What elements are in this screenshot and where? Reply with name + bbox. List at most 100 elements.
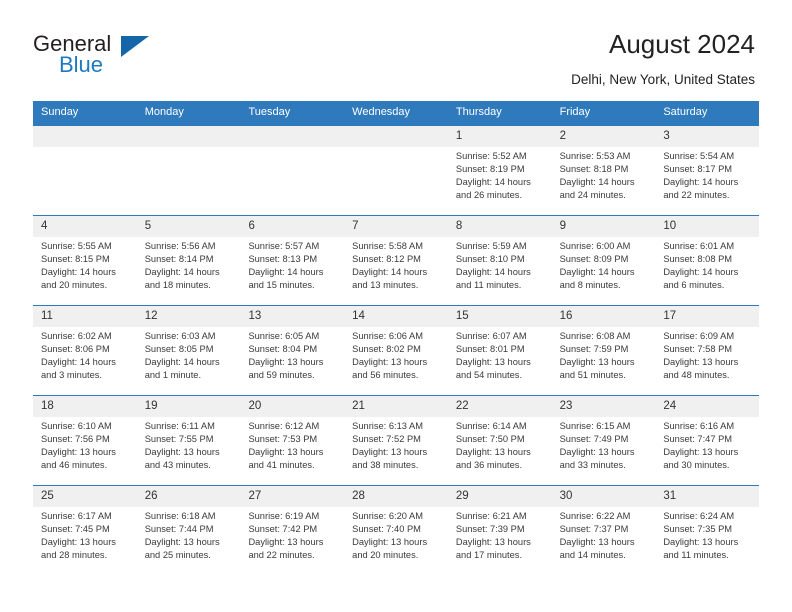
- day-number: 19: [136, 395, 241, 417]
- calendar-day-cell[interactable]: 5 Sunrise: 5:56 AM Sunset: 8:14 PM Daylight…: [136, 215, 241, 305]
- calendar-day-cell[interactable]: 24 Sunrise: 6:16 AM Sunset: 7:47 PM Dayligh…: [655, 395, 760, 485]
- sunset-text: Sunset: 8:10 PM: [455, 253, 525, 264]
- sunset-text: Sunset: 8:05 PM: [144, 343, 214, 354]
- calendar-day-cell[interactable]: 14 Sunrise: 6:06 AM Sunset: 8:02 PM Dayligh…: [344, 305, 448, 395]
- day-number: [33, 125, 137, 147]
- calendar-day-cell[interactable]: 17 Sunrise: 6:09 AM Sunset: 7:58 PM Dayligh…: [655, 305, 760, 395]
- daylight-text-line2: and 56 minutes.: [352, 370, 419, 381]
- day-number: [344, 125, 448, 147]
- calendar-day-cell[interactable]: 25 Sunrise: 6:17 AM Sunset: 7:45 PM Dayligh…: [33, 485, 137, 575]
- calendar-day-cell[interactable]: 12 Sunrise: 6:03 AM Sunset: 8:05 PM Dayligh…: [136, 305, 241, 395]
- sunrise-text: Sunrise: 6:07 AM: [455, 330, 527, 341]
- day-number: 11: [33, 305, 137, 327]
- calendar-day-cell[interactable]: 28 Sunrise: 6:20 AM Sunset: 7:40 PM Dayligh…: [344, 485, 448, 575]
- calendar-day-cell[interactable]: 31 Sunrise: 6:24 AM Sunset: 7:35 PM Dayligh…: [655, 485, 760, 575]
- daylight-text-line2: and 3 minutes.: [41, 370, 102, 381]
- sunset-text: Sunset: 7:59 PM: [559, 343, 629, 354]
- sunrise-text: Sunrise: 5:52 AM: [455, 150, 527, 161]
- calendar-day-cell[interactable]: 18 Sunrise: 6:10 AM Sunset: 7:56 PM Dayligh…: [33, 395, 137, 485]
- calendar-day-cell[interactable]: 7 Sunrise: 5:58 AM Sunset: 8:12 PM Daylight…: [344, 215, 448, 305]
- daylight-text-line1: Daylight: 13 hours: [455, 357, 531, 367]
- day-sun-info: Sunrise: 6:22 AM Sunset: 7:37 PM Daylight:…: [552, 507, 656, 563]
- calendar-day-cell[interactable]: 6 Sunrise: 5:57 AM Sunset: 8:13 PM Daylight…: [240, 215, 345, 305]
- day-sun-info: Sunrise: 5:57 AM Sunset: 8:13 PM Daylight:…: [240, 237, 344, 293]
- day-sun-info: Sunrise: 6:11 AM Sunset: 7:55 PM Daylight:…: [137, 417, 241, 473]
- weekday-header-wednesday: Wednesday: [352, 106, 411, 119]
- brand-logo[interactable]: General Blue: [33, 28, 149, 80]
- daylight-text-line2: and 48 minutes.: [663, 370, 730, 381]
- sunset-text: Sunset: 8:06 PM: [41, 343, 110, 354]
- calendar-day-cell[interactable]: 10 Sunrise: 6:01 AM Sunset: 8:08 PM Dayligh…: [655, 215, 760, 305]
- calendar-day-cell[interactable]: 16 Sunrise: 6:08 AM Sunset: 7:59 PM Dayligh…: [551, 305, 656, 395]
- sunrise-text: Sunrise: 6:16 AM: [663, 420, 735, 431]
- daylight-text-line1: Daylight: 13 hours: [144, 447, 220, 457]
- calendar-week-row: 18 Sunrise: 6:10 AM Sunset: 7:56 PM Dayligh…: [33, 394, 760, 485]
- calendar-day-cell[interactable]: 22 Sunrise: 6:14 AM Sunset: 7:50 PM Dayligh…: [447, 395, 552, 485]
- day-number: 17: [655, 305, 760, 327]
- day-number: 18: [33, 395, 137, 417]
- day-number: 15: [447, 305, 552, 327]
- sunset-text: Sunset: 7:37 PM: [559, 523, 629, 534]
- calendar-day-cell[interactable]: 15 Sunrise: 6:07 AM Sunset: 8:01 PM Dayligh…: [447, 305, 552, 395]
- daylight-text-line1: Daylight: 13 hours: [663, 357, 739, 367]
- day-number: [240, 125, 345, 147]
- calendar-day-cell[interactable]: 21 Sunrise: 6:13 AM Sunset: 7:52 PM Dayligh…: [344, 395, 448, 485]
- calendar-day-cell[interactable]: 20 Sunrise: 6:12 AM Sunset: 7:53 PM Dayligh…: [240, 395, 345, 485]
- calendar-day-cell[interactable]: 11 Sunrise: 6:02 AM Sunset: 8:06 PM Dayligh…: [33, 305, 137, 395]
- day-number: 31: [655, 485, 760, 507]
- daylight-text-line2: and 33 minutes.: [559, 460, 626, 471]
- calendar-day-cell[interactable]: 2 Sunrise: 5:53 AM Sunset: 8:18 PM Daylight…: [551, 125, 656, 215]
- daylight-text-line2: and 54 minutes.: [455, 370, 523, 381]
- day-number: [136, 125, 241, 147]
- calendar-day-cell[interactable]: 27 Sunrise: 6:19 AM Sunset: 7:42 PM Dayligh…: [240, 485, 345, 575]
- day-sun-info: Sunrise: 5:54 AM Sunset: 8:17 PM Daylight:…: [655, 147, 759, 203]
- calendar-day-cell[interactable]: 29 Sunrise: 6:21 AM Sunset: 7:39 PM Dayligh…: [447, 485, 552, 575]
- weekday-header-thursday: Thursday: [455, 106, 502, 119]
- sunset-text: Sunset: 8:14 PM: [144, 253, 214, 264]
- calendar-day-cell[interactable]: 3 Sunrise: 5:54 AM Sunset: 8:17 PM Daylight…: [655, 125, 760, 215]
- sunrise-text: Sunrise: 6:20 AM: [352, 510, 423, 521]
- sunrise-text: Sunrise: 6:00 AM: [559, 240, 631, 251]
- calendar-day-cell-empty: [344, 125, 448, 215]
- daylight-text-line1: Daylight: 13 hours: [352, 447, 428, 457]
- daylight-text-line1: Daylight: 14 hours: [144, 357, 220, 367]
- calendar-day-cell-empty: [136, 125, 241, 215]
- calendar-day-cell[interactable]: 8 Sunrise: 5:59 AM Sunset: 8:10 PM Daylight…: [447, 215, 552, 305]
- day-sun-info: Sunrise: 6:05 AM Sunset: 8:04 PM Daylight:…: [240, 327, 344, 383]
- day-number: 5: [136, 215, 241, 237]
- daylight-text-line1: Daylight: 14 hours: [41, 357, 116, 367]
- calendar-day-cell[interactable]: 30 Sunrise: 6:22 AM Sunset: 7:37 PM Dayligh…: [551, 485, 656, 575]
- daylight-text-line2: and 20 minutes.: [41, 280, 108, 291]
- calendar-day-cell[interactable]: 9 Sunrise: 6:00 AM Sunset: 8:09 PM Daylight…: [551, 215, 656, 305]
- sunrise-text: Sunrise: 5:53 AM: [559, 150, 631, 161]
- calendar-day-cell-empty: [240, 125, 345, 215]
- calendar-day-cell[interactable]: 4 Sunrise: 5:55 AM Sunset: 8:15 PM Daylight…: [33, 215, 137, 305]
- day-sun-info: Sunrise: 6:12 AM Sunset: 7:53 PM Daylight:…: [240, 417, 344, 473]
- daylight-text-line1: Daylight: 13 hours: [455, 447, 531, 457]
- calendar-day-cell[interactable]: 13 Sunrise: 6:05 AM Sunset: 8:04 PM Dayligh…: [240, 305, 345, 395]
- sunset-text: Sunset: 7:56 PM: [41, 433, 110, 444]
- sunset-text: Sunset: 8:12 PM: [352, 253, 421, 264]
- daylight-text-line2: and 24 minutes.: [559, 190, 626, 201]
- sunset-text: Sunset: 8:01 PM: [455, 343, 525, 354]
- daylight-text-line2: and 13 minutes.: [352, 280, 419, 291]
- daylight-text-line1: Daylight: 13 hours: [663, 447, 739, 457]
- sunset-text: Sunset: 7:39 PM: [455, 523, 525, 534]
- calendar-day-cell[interactable]: 1 Sunrise: 5:52 AM Sunset: 8:19 PM Daylight…: [447, 125, 552, 215]
- calendar-day-cell[interactable]: 26 Sunrise: 6:18 AM Sunset: 7:44 PM Dayligh…: [136, 485, 241, 575]
- daylight-text-line1: Daylight: 14 hours: [663, 177, 739, 187]
- sunset-text: Sunset: 7:42 PM: [248, 523, 318, 534]
- sunrise-text: Sunrise: 5:54 AM: [663, 150, 735, 161]
- calendar-day-cell[interactable]: 23 Sunrise: 6:15 AM Sunset: 7:49 PM Dayligh…: [551, 395, 656, 485]
- day-number: 13: [240, 305, 345, 327]
- sunrise-text: Sunrise: 6:02 AM: [41, 330, 112, 341]
- day-sun-info: Sunrise: 6:09 AM Sunset: 7:58 PM Daylight:…: [655, 327, 759, 383]
- daylight-text-line2: and 41 minutes.: [248, 460, 315, 471]
- sunrise-text: Sunrise: 5:56 AM: [144, 240, 216, 251]
- daylight-text-line2: and 51 minutes.: [559, 370, 626, 381]
- day-number: 10: [655, 215, 760, 237]
- calendar-day-cell[interactable]: 19 Sunrise: 6:11 AM Sunset: 7:55 PM Dayligh…: [136, 395, 241, 485]
- sunset-text: Sunset: 7:35 PM: [663, 523, 733, 534]
- day-sun-info: Sunrise: 6:16 AM Sunset: 7:47 PM Daylight:…: [655, 417, 759, 473]
- sunset-text: Sunset: 8:13 PM: [248, 253, 318, 264]
